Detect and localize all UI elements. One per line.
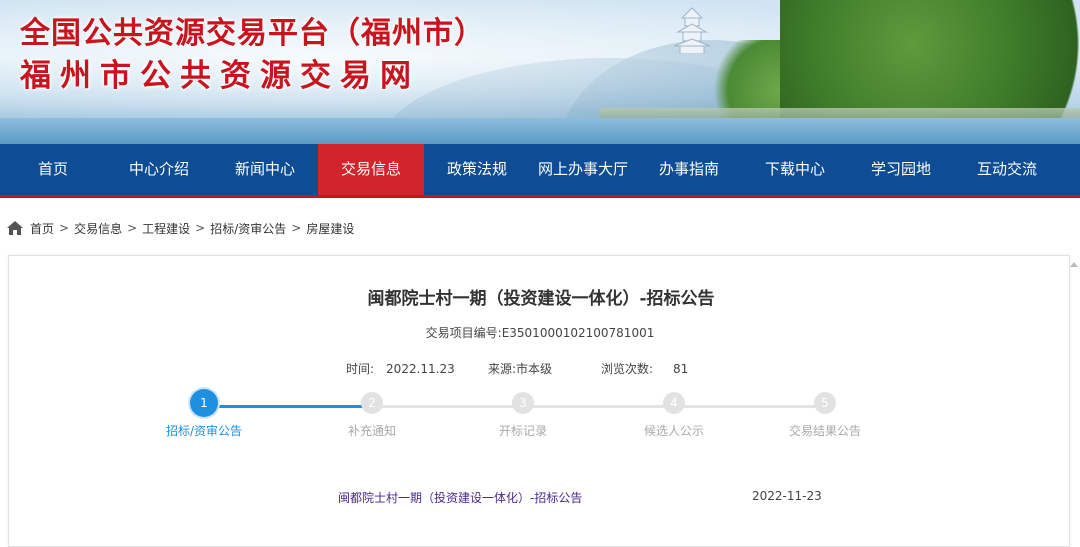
breadcrumb-separator: > [127,221,138,235]
step-tender-notice[interactable]: 1 招标/资审公告 [124,389,284,439]
source-label: 来源: [488,362,517,376]
step-number: 4 [663,392,685,414]
site-title-national: 全国公共资源交易平台（福州市） [20,16,485,51]
step-number: 5 [814,392,836,414]
nav-item-interaction[interactable]: 互动交流 [954,144,1060,195]
view-count-label: 浏览次数: [601,362,654,376]
notice-link[interactable]: 闽都院士村一期（投资建设一体化）-招标公告 [338,489,582,506]
header-banner: 全国公共资源交易平台（福州市） 福州市公共资源交易网 [0,0,1080,144]
breadcrumb-separator: > [59,221,70,235]
main-nav: 首页 中心介绍 新闻中心 交易信息 政策法规 网上办事大厅 办事指南 下载中心 … [0,144,1080,198]
breadcrumb-separator: > [291,221,302,235]
nav-item-learning[interactable]: 学习园地 [848,144,954,195]
nav-item-about[interactable]: 中心介绍 [106,144,212,195]
breadcrumb-trade-info[interactable]: 交易信息 [74,220,122,237]
nav-item-guide[interactable]: 办事指南 [636,144,742,195]
breadcrumb-separator: > [195,221,206,235]
source: 来源:市本级 [488,360,552,377]
nav-item-policy[interactable]: 政策法规 [424,144,530,195]
view-count: 浏览次数: 81 [601,360,688,377]
publish-time-value: 2022.11.23 [386,362,455,376]
step-supplementary-notice[interactable]: 2 补充通知 [292,392,452,439]
view-count-value: 81 [673,362,689,376]
publish-time-label: 时间: [346,362,375,376]
nav-item-home[interactable]: 首页 [0,144,106,195]
step-candidate-publicity[interactable]: 4 候选人公示 [594,392,754,439]
notice-date: 2022-11-23 [752,489,822,503]
nav-item-online-hall[interactable]: 网上办事大厅 [530,144,636,195]
nav-item-downloads[interactable]: 下载中心 [742,144,848,195]
project-code: 交易项目编号:E3501000102100781001 [425,326,655,340]
home-icon[interactable] [6,220,24,236]
nav-item-news[interactable]: 新闻中心 [212,144,318,195]
breadcrumb-tender-notice[interactable]: 招标/资审公告 [210,220,286,237]
step-label: 交易结果公告 [788,424,861,438]
step-result-notice[interactable]: 5 交易结果公告 [745,392,905,439]
site-title-local: 福州市公共资源交易网 [20,58,420,94]
breadcrumb-housing[interactable]: 房屋建设 [306,220,354,237]
breadcrumb: 首页 > 交易信息 > 工程建设 > 招标/资审公告 > 房屋建设 [6,218,354,238]
step-bid-opening-record[interactable]: 3 开标记录 [443,392,603,439]
step-number: 2 [361,392,383,414]
breadcrumb-home[interactable]: 首页 [30,220,54,237]
step-label: 候选人公示 [643,424,704,438]
publish-time: 时间: 2022.11.23 [346,360,455,377]
step-label: 招标/资审公告 [165,424,243,438]
source-value: 市本级 [516,362,553,376]
banner-water [0,118,1080,144]
nav-item-trade-info[interactable]: 交易信息 [318,144,424,195]
step-label: 补充通知 [347,424,396,438]
breadcrumb-engineering[interactable]: 工程建设 [142,220,190,237]
scroll-up-arrow-icon[interactable] [1070,262,1078,267]
step-label: 开标记录 [498,424,547,438]
article-title: 闽都院士村一期（投资建设一体化）-招标公告 [367,289,715,309]
step-number: 1 [190,389,218,417]
step-number: 3 [512,392,534,414]
